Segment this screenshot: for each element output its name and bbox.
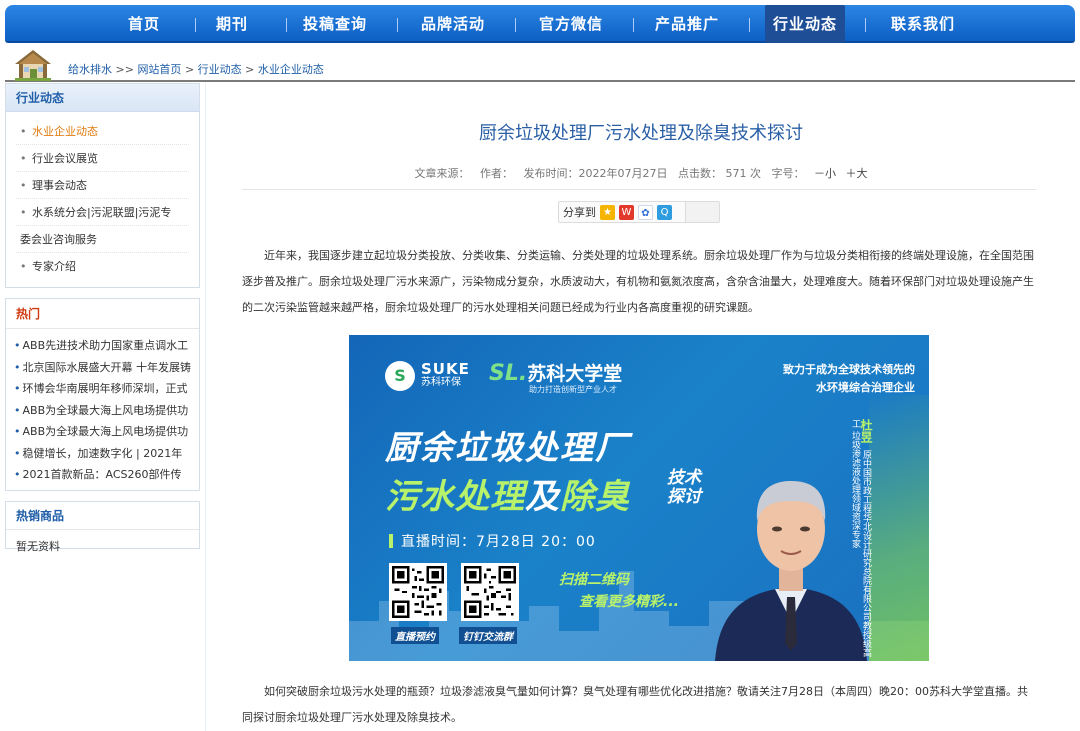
banner-title-suffix: 技术 探讨 bbox=[667, 468, 701, 507]
share-label: 分享到 bbox=[563, 206, 596, 219]
nav-item-events[interactable]: 品牌活动 bbox=[415, 5, 491, 43]
banner-title-line2: 污水处理及除臭 bbox=[385, 477, 630, 517]
article-main: 厨余垃圾处理厂污水处理及除臭技术探讨 文章来源： 作者： 发布时间：2022年0… bbox=[205, 83, 1075, 731]
sidebar-item-water-system-branch[interactable]: 水系统分会|污泥联盟|污泥专 bbox=[16, 199, 189, 226]
font-smaller-button[interactable]: －小 bbox=[814, 167, 836, 180]
font-larger-button[interactable]: ＋大 bbox=[846, 167, 868, 180]
article-paragraph: 如何突破厨余垃圾污水处理的瓶颈？垃圾渗滤液臭气量如何计算？臭气处理有哪些优化改进… bbox=[242, 685, 1028, 724]
sidebar-title: 行业动态 bbox=[6, 84, 199, 112]
share-bar: 分享到 ★ W ✿ Q bbox=[558, 201, 720, 223]
breadcrumb-bar: 给水排水 >> 网站首页 > 行业动态 > 水业企业动态 bbox=[5, 44, 1075, 82]
bullet-icon: • bbox=[14, 446, 21, 460]
sidebar-item-water-company-news[interactable]: 水业企业动态 bbox=[16, 118, 189, 145]
academy-subtitle: 助力打造创新型产业人才 bbox=[529, 385, 617, 394]
bullet-icon: • bbox=[14, 468, 21, 481]
hot-article-link[interactable]: • ABB先进技术助力国家重点调水工 bbox=[14, 335, 193, 357]
breadcrumb-current[interactable]: 水业企业动态 bbox=[258, 63, 324, 76]
baidu-share-icon[interactable]: ✿ bbox=[638, 204, 653, 220]
main-nav: 首页 期刊 投稿查询 品牌活动 官方微信 产品推广 行业动态 联系我们 bbox=[5, 5, 1075, 43]
nav-separator bbox=[195, 18, 196, 32]
hot-article-link[interactable]: • 环博会华南展明年移师深圳，正式 bbox=[14, 378, 193, 400]
nav-separator bbox=[286, 18, 287, 32]
breadcrumb: 给水排水 >> 网站首页 > 行业动态 > 水业企业动态 bbox=[68, 61, 324, 77]
nav-item-journal[interactable]: 期刊 bbox=[205, 5, 259, 43]
breadcrumb-separator: >> bbox=[115, 63, 134, 76]
breadcrumb-separator: > bbox=[184, 63, 195, 76]
scan-prompt: 扫描二维码 查看更多精彩... bbox=[559, 572, 679, 610]
hot-products-panel: 热销商品 暂无资料 bbox=[5, 501, 200, 553]
speaker-name: 杜昱 bbox=[859, 419, 873, 443]
nav-separator bbox=[865, 18, 866, 32]
nav-separator bbox=[397, 18, 398, 32]
bullet-icon: • bbox=[14, 360, 21, 374]
nav-separator bbox=[633, 18, 634, 32]
hot-article-link[interactable]: • ABB为全球最大海上风电场提供功 bbox=[14, 400, 193, 422]
hot-article-link[interactable]: • 北京国际水展盛大开幕 十年发展铸 bbox=[14, 357, 193, 379]
hot-products-title: 热销商品 bbox=[6, 502, 199, 530]
author-label: 作者： bbox=[480, 167, 513, 180]
click-count: 点击数： 571 次 bbox=[678, 167, 761, 180]
tencent-share-icon[interactable]: Q bbox=[657, 204, 672, 220]
weibo-share-icon[interactable]: W bbox=[619, 204, 634, 220]
nav-item-contact[interactable]: 联系我们 bbox=[885, 5, 961, 43]
home-icon bbox=[15, 50, 51, 81]
qr-code-dingtalk bbox=[461, 563, 519, 621]
speaker-title: 原中国市政工程华北设计研究总院有限公司教授级高工 垃圾渗滤液处理领域资深专家 bbox=[850, 419, 871, 657]
hot-article-link[interactable]: • 2021首款新品：ACS260部件传 bbox=[14, 464, 193, 486]
font-size-label: 字号： bbox=[771, 167, 805, 180]
breadcrumb-section[interactable]: 行业动态 bbox=[198, 63, 242, 76]
sidebar-item-consulting[interactable]: 委会业咨询服务 bbox=[16, 226, 189, 253]
article-title: 厨余垃圾处理厂污水处理及除臭技术探讨 bbox=[479, 123, 803, 144]
banner-slogan: 致力于成为全球技术领先的 水环境综合治理企业 bbox=[783, 363, 915, 394]
hot-article-link[interactable]: • ABB为全球最大海上风电场提供功 bbox=[14, 421, 193, 443]
sidebar-item-conferences[interactable]: 行业会议展览 bbox=[16, 145, 189, 172]
article-meta: 文章来源： 作者： 发布时间：2022年07月27日 点击数： 571 次 字号… bbox=[206, 165, 1076, 181]
nav-separator bbox=[749, 18, 750, 32]
academy-name: 苏科大学堂 bbox=[527, 363, 623, 385]
nav-item-wechat[interactable]: 官方微信 bbox=[533, 5, 609, 43]
hot-title: 热门 bbox=[6, 299, 199, 329]
qzone-share-icon[interactable]: ★ bbox=[600, 204, 615, 220]
nav-item-submission[interactable]: 投稿查询 bbox=[297, 5, 373, 43]
sidebar-item-council-news[interactable]: 理事会动态 bbox=[16, 172, 189, 199]
nav-item-industry-news[interactable]: 行业动态 bbox=[765, 5, 845, 43]
bullet-icon: • bbox=[14, 403, 21, 417]
breadcrumb-separator: > bbox=[245, 63, 255, 76]
qr-code-live bbox=[389, 563, 447, 621]
sidebar-item-experts[interactable]: 专家介绍 bbox=[16, 253, 189, 280]
empty-message: 暂无资料 bbox=[16, 540, 60, 553]
bullet-icon: • bbox=[14, 425, 21, 438]
logo-cn: 苏科环保 bbox=[421, 377, 461, 388]
breadcrumb-site[interactable]: 给水排水 bbox=[68, 63, 112, 76]
share-more-button[interactable] bbox=[685, 202, 719, 222]
nav-item-products[interactable]: 产品推广 bbox=[649, 5, 725, 43]
decorative-band bbox=[869, 395, 929, 661]
nav-item-home[interactable]: 首页 bbox=[117, 5, 171, 43]
live-time: 直播时间：7月28日 20：00 bbox=[389, 531, 596, 551]
article-banner-image: S SUKE 苏科环保 SL.苏科大学堂 助力打造创新型产业人才 致力于成为全球… bbox=[349, 335, 929, 661]
bullet-icon: • bbox=[14, 339, 21, 352]
academy-logo: SL.苏科大学堂 助力打造创新型产业人才 bbox=[489, 359, 622, 395]
suke-logo: S SUKE 苏科环保 bbox=[385, 361, 470, 391]
source-label: 文章来源： bbox=[414, 167, 470, 180]
publish-date: 发布时间：2022年07月27日 bbox=[523, 167, 668, 180]
sidebar-category-panel: 行业动态 水业企业动态 行业会议展览 理事会动态 水系统分会|污泥联盟|污泥专 … bbox=[5, 83, 200, 288]
article-paragraph: 近年来，我国逐步建立起垃圾分类投放、分类收集、分类运输、分类处理的垃圾处理系统。… bbox=[242, 249, 1034, 314]
qr-caption-dingtalk: 钉钉交流群 bbox=[459, 627, 517, 644]
bullet-icon: • bbox=[14, 382, 21, 395]
academy-mark: SL. bbox=[489, 361, 528, 386]
qr-caption-live: 直播预约 bbox=[391, 627, 439, 644]
hot-articles-panel: 热门 • ABB先进技术助力国家重点调水工 • 北京国际水展盛大开幕 十年发展铸 •… bbox=[5, 298, 200, 491]
breadcrumb-home[interactable]: 网站首页 bbox=[137, 63, 181, 76]
nav-separator bbox=[515, 18, 516, 32]
banner-title-line1: 厨余垃圾处理厂 bbox=[385, 428, 630, 467]
divider bbox=[242, 189, 1036, 190]
leaf-icon: S bbox=[385, 361, 415, 391]
logo-en: SUKE bbox=[421, 360, 470, 378]
hot-article-link[interactable]: • 稳健增长，加速数字化 | 2021年 bbox=[14, 443, 193, 465]
speaker-info: 杜昱 原中国市政工程华北设计研究总院有限公司教授级高工 垃圾渗滤液处理领域资深专… bbox=[849, 419, 873, 661]
